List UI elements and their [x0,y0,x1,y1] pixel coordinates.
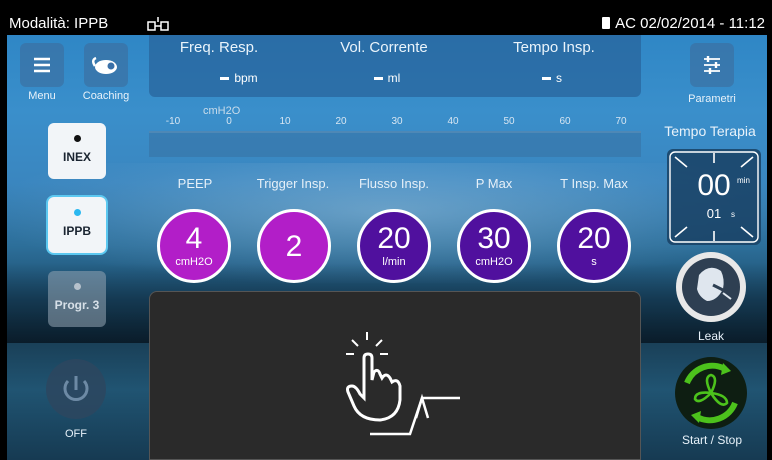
param-unit: cmH2O [175,256,213,268]
monitor-tidal-volume-value: ml [312,71,462,85]
param-trigger-label: Trigger Insp. [256,176,330,191]
param-flow-button[interactable]: 20 l/min [357,209,431,283]
param-peep-label: PEEP [177,176,213,191]
param-tinsp-max-label: T Insp. Max [560,176,628,191]
pressure-bar [149,131,641,157]
param-pmax-label: P Max [475,176,513,191]
program-status-dot [73,209,81,216]
program-status-dot [73,283,81,290]
coaching-button[interactable] [84,43,128,87]
monitor-resp-rate-label: Freq. Resp. [179,39,259,56]
monitor-panel: Freq. Resp. bpm Vol. Corrente ml Tempo I… [149,35,641,97]
tick-label: 0 [226,116,232,127]
pressure-scale: cmH2O -10 0 10 20 30 40 50 60 70 [149,105,641,159]
timer-seconds-unit: s [731,210,735,219]
param-value: 20 [377,222,411,255]
power-icon [63,376,89,401]
power-source-label: AC [615,15,636,32]
program-label: INEX [62,150,91,164]
mode-label: Modalità: IPPB [9,15,109,32]
start-stop-label: Start / Stop [681,433,743,447]
param-unit: s [591,256,597,268]
monitor-tidal-volume-label: Vol. Corrente [340,39,428,56]
program-label: IPPB [62,224,91,238]
param-trigger-button[interactable]: 2 [257,209,331,283]
power-label: OFF [65,428,87,440]
param-value: 30 [477,222,511,255]
datetime-label: 02/02/2014 - 11:12 [640,15,765,32]
parametri-button[interactable] [690,43,734,87]
menu-label: Menu [28,90,56,102]
param-tinsp-max-button[interactable]: 20 s [557,209,631,283]
tick-label: 60 [559,116,571,127]
tick-label: 30 [391,116,403,127]
parametri-label: Parametri [688,93,736,105]
coaching-label: Coaching [82,90,130,102]
tick-label: 40 [447,116,459,127]
therapy-timer[interactable]: 00 min 01 s [667,149,761,245]
param-unit: cmH2O [475,256,513,268]
param-value: 4 [185,222,203,255]
menu-icon [34,57,50,73]
therapy-time-title: Tempo Terapia [664,123,756,139]
coaching-icon [92,56,117,74]
timer-minutes-unit: min [737,176,750,185]
program-ippb-button[interactable]: IPPB [48,197,106,253]
timer-seconds: 01 [706,206,722,221]
tick-label: -10 [165,116,181,127]
trigger-curve-icon [370,393,460,436]
leak-button[interactable] [673,249,749,325]
tick-label: 70 [615,116,627,127]
param-value: 2 [285,230,303,263]
monitor-insp-time-value: s [477,71,627,85]
sliders-icon [704,56,720,74]
tick-label: 20 [335,116,347,127]
timer-minutes: 00 [697,169,731,202]
program-label: Progr. 3 [54,298,100,312]
power-button[interactable] [46,359,106,419]
monitor-resp-rate-value: bpm [164,71,314,85]
ventilator-screen: Modalità: IPPB AC 02/02/2014 - 11:12 Men… [7,13,767,460]
program-3-button[interactable]: Progr. 3 [48,271,106,327]
network-icon [147,17,169,31]
start-stop-button[interactable] [673,355,749,431]
menu-button[interactable] [20,43,64,87]
param-peep-button[interactable]: 4 cmH2O [157,209,231,283]
tick-label: 50 [503,116,515,127]
status-bar: Modalità: IPPB AC 02/02/2014 - 11:12 [7,13,767,35]
program-status-dot [73,135,81,142]
param-flow-label: Flusso Insp. [358,176,430,191]
program-inex-button[interactable]: INEX [48,123,106,179]
battery-icon [602,17,611,29]
tick-label: 10 [279,116,291,127]
monitor-insp-time-label: Tempo Insp. [513,39,595,56]
status-right: AC 02/02/2014 - 11:12 [602,13,765,35]
param-value: 20 [577,222,611,255]
leak-label: Leak [697,329,725,343]
touch-hint-overlay [149,291,641,460]
param-unit: l/min [382,256,406,268]
param-pmax-button[interactable]: 30 cmH2O [457,209,531,283]
